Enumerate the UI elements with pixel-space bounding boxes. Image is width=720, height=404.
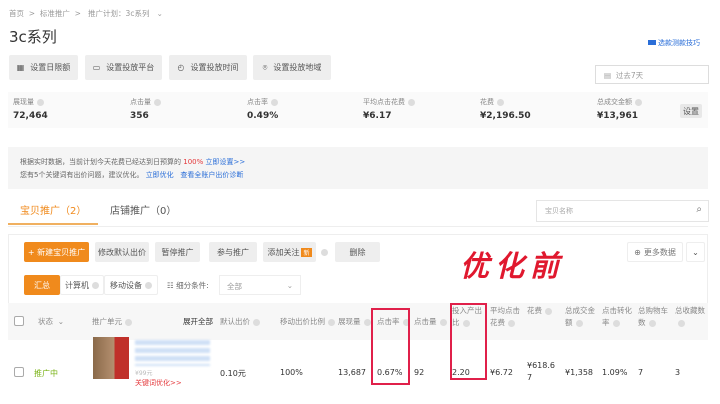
cell-clicks: 92	[414, 368, 425, 377]
search-icon[interactable]: ⌕	[696, 204, 702, 215]
product-price: ¥99元	[135, 370, 153, 377]
optimize-now-link[interactable]: 立即优化	[146, 171, 174, 179]
highlight-ctr	[371, 308, 410, 385]
metric-label: 平均点击花费	[363, 97, 415, 107]
metric-label: 点击率	[247, 97, 278, 107]
plus-circle-icon: ⊕	[634, 247, 641, 257]
new-item-promotion-button[interactable]: + 新建宝贝推广	[24, 242, 89, 262]
cell-avg-cpc: ¥6.72	[490, 368, 513, 377]
set-daily-limit-button[interactable]: ▦ 设置日限额	[9, 55, 78, 80]
segment-computer[interactable]: 计算机	[60, 275, 104, 295]
notice-box: 根据实时数据，当前计划今天花费已经达到日预算的 100% 立即设置>> 您有5个…	[8, 147, 708, 189]
column-header[interactable]: 总成交金额	[565, 305, 601, 329]
monitor-icon: ▭	[92, 63, 101, 72]
cell-bid: 0.10元	[220, 369, 246, 378]
clock-icon: ◴	[177, 63, 185, 72]
tab-shop-promotion[interactable]: 店铺推广（0）	[110, 202, 176, 217]
column-header[interactable]: 平均点击花费	[490, 305, 526, 329]
cell-fav: 3	[675, 368, 681, 377]
metric-value: ¥2,196.50	[480, 111, 531, 121]
set-now-link[interactable]: 立即设置>>	[205, 158, 245, 166]
column-header[interactable]: 推广单元	[92, 316, 152, 328]
column-header[interactable]: 总购物车数	[638, 305, 672, 329]
calendar-icon: ▤	[604, 71, 612, 80]
set-time-button[interactable]: ◴ 设置投放时间	[169, 55, 247, 80]
row-checkbox[interactable]	[14, 367, 24, 377]
help-link[interactable]: 选款测款技巧	[648, 38, 700, 48]
select-all-checkbox[interactable]	[14, 316, 24, 326]
breadcrumb-home[interactable]: 首页	[9, 9, 24, 18]
column-header[interactable]: 点击转化率	[602, 305, 636, 329]
location-icon: ⌾	[262, 62, 268, 72]
new-badge: 新	[301, 247, 312, 257]
video-icon	[648, 40, 656, 45]
account-diagnosis-link[interactable]: 查看全账户出价诊断	[180, 171, 243, 179]
metric-value: 72,464	[13, 111, 48, 121]
metrics-settings-button[interactable]: 设置	[680, 104, 702, 118]
keyword-optimize-link[interactable]: 关键词优化>>	[135, 378, 182, 388]
column-header[interactable]: 点击量	[414, 316, 450, 328]
calendar-icon: ▦	[16, 63, 25, 72]
cell-cvr: 1.09%	[602, 368, 628, 377]
edit-default-bid-button[interactable]: 修改默认出价	[95, 242, 149, 262]
page-title: 3c系列	[9, 28, 57, 46]
segment-summary[interactable]: 汇总	[24, 275, 60, 295]
item-search-input[interactable]: 宝贝名称 ⌕	[536, 200, 709, 222]
set-platform-button[interactable]: ▭ 设置投放平台	[85, 55, 162, 80]
add-follow-button[interactable]: 添加关注新	[263, 242, 316, 262]
more-data-button[interactable]: ⊕ 更多数据	[627, 242, 683, 262]
cell-impressions: 13,687	[338, 368, 366, 377]
column-header[interactable]: 默认出价	[220, 316, 270, 328]
tab-item-promotion[interactable]: 宝贝推广（2）	[20, 202, 86, 217]
highlight-roi	[450, 303, 487, 380]
filter-select[interactable]: 全部 ⌄	[219, 275, 301, 295]
set-region-button[interactable]: ⌾ 设置投放地域	[253, 55, 331, 80]
metric-value: 0.49%	[247, 111, 279, 121]
cell-gmv: ¥1,358	[565, 368, 593, 377]
segment-mobile[interactable]: 移动设备	[104, 275, 158, 295]
pause-button[interactable]: 暂停推广	[155, 242, 200, 262]
metric-value: ¥13,961	[597, 111, 638, 121]
cell-cart: 7	[638, 368, 644, 377]
list-icon: ☷	[167, 281, 174, 290]
product-title-blurred[interactable]	[135, 340, 210, 366]
chevron-down-icon: ⌄	[286, 281, 293, 290]
column-header[interactable]: 花费	[527, 305, 563, 317]
expand-chevron-button[interactable]: ⌄	[686, 242, 705, 262]
annotation-text: 优化前	[460, 249, 566, 283]
breadcrumb-standard[interactable]: 标准推广	[40, 9, 70, 18]
metric-value: ¥6.17	[363, 111, 392, 121]
column-header[interactable]: 展开全部	[183, 316, 223, 328]
status-text: 推广中	[34, 369, 58, 378]
column-header[interactable]: 移动出价比例	[280, 316, 340, 328]
metric-value: 356	[130, 111, 149, 121]
metric-label: 点击量	[130, 97, 161, 107]
product-thumbnail[interactable]	[93, 337, 129, 379]
delete-button[interactable]: 删除	[335, 242, 380, 262]
cell-mobile-ratio: 100%	[280, 368, 303, 377]
metric-label: 花费	[480, 97, 504, 107]
metric-label: 展现量	[13, 97, 44, 107]
cell-cost: ¥618.67	[527, 361, 555, 382]
breadcrumb-plan[interactable]: 推广计划：3c系列	[88, 9, 149, 18]
column-header[interactable]: 总收藏数	[675, 305, 709, 329]
breadcrumb: 首页 > 标准推广 > 推广计划：3c系列 ⌄	[9, 9, 163, 18]
column-header[interactable]: 状态 ⌄	[38, 316, 78, 328]
join-promotion-button[interactable]: 参与推广	[209, 242, 257, 262]
date-range-picker[interactable]: ▤ 过去7天	[595, 65, 709, 84]
filter-label: ☷ 细分条件:	[167, 281, 209, 290]
metric-label: 总成交金额	[597, 97, 642, 107]
